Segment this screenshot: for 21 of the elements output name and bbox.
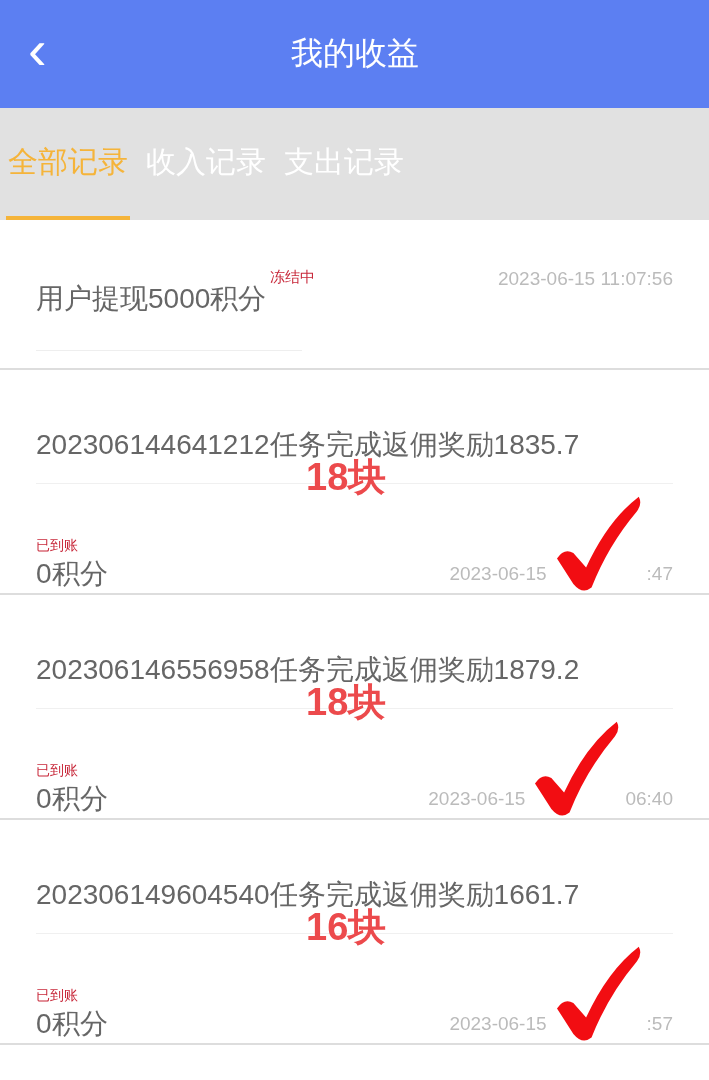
page-title: 我的收益 xyxy=(290,34,419,73)
record-time: :47 xyxy=(646,563,673,585)
annotation-text: 18块 xyxy=(306,683,387,721)
record-date: 2023-06-15 xyxy=(449,1013,547,1035)
record-date: 2023-06-15 xyxy=(428,788,526,810)
record-title-continued: 0积分 xyxy=(36,557,108,591)
record-time: 06:40 xyxy=(625,788,673,810)
status-tag: 已到账 xyxy=(36,762,108,780)
back-button[interactable]: ‹ xyxy=(22,26,53,74)
annotation-text: 16块 xyxy=(306,908,387,946)
record-date: 2023-06-15 xyxy=(449,563,547,585)
status-tag: 冻结中 xyxy=(270,268,316,287)
tab[interactable]: 全部记录 xyxy=(6,108,130,220)
status-tag: 已到账 xyxy=(36,537,108,555)
record-title-continued: 0积分 xyxy=(36,1007,108,1041)
record-time: 2023-06-15 11:07:56 xyxy=(497,268,673,290)
status-tag: 已到账 xyxy=(36,987,108,1005)
record-title: 用户提现5000积分 xyxy=(36,282,267,316)
annotation-text: 18块 xyxy=(306,458,387,496)
record-title-continued: 0积分 xyxy=(36,782,108,816)
record-time: :57 xyxy=(646,1013,673,1035)
